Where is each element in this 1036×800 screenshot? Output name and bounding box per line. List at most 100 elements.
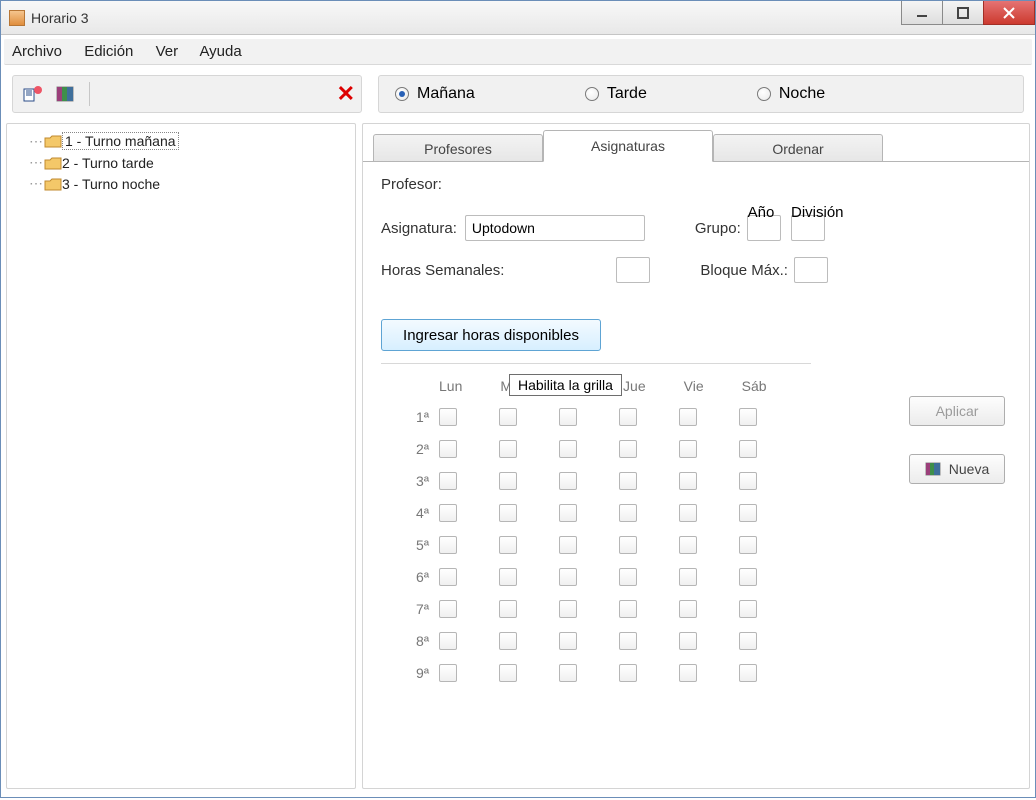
app-icon — [9, 10, 25, 26]
hour-checkbox[interactable] — [739, 664, 757, 682]
hour-checkbox[interactable] — [499, 632, 517, 650]
hour-checkbox[interactable] — [679, 600, 697, 618]
hour-checkbox[interactable] — [619, 440, 637, 458]
tab-asignaturas[interactable]: Asignaturas — [543, 130, 713, 162]
hour-checkbox[interactable] — [439, 536, 457, 554]
hour-checkbox[interactable] — [499, 600, 517, 618]
horas-input[interactable] — [616, 257, 650, 283]
hour-checkbox[interactable] — [499, 536, 517, 554]
maximize-button[interactable] — [942, 1, 984, 25]
menu-ayuda[interactable]: Ayuda — [199, 43, 241, 60]
hour-checkbox[interactable] — [499, 568, 517, 586]
hour-checkbox[interactable] — [679, 664, 697, 682]
tabs: Profesores Asignaturas Ordenar — [363, 124, 1029, 162]
hour-checkbox[interactable] — [499, 472, 517, 490]
hour-checkbox[interactable] — [739, 504, 757, 522]
hour-checkbox[interactable] — [559, 632, 577, 650]
hour-checkbox[interactable] — [619, 568, 637, 586]
hour-checkbox[interactable] — [679, 408, 697, 426]
hour-checkbox[interactable] — [559, 536, 577, 554]
hour-checkbox[interactable] — [619, 472, 637, 490]
day-header: Sáb — [742, 378, 767, 394]
toolbar-icon-2[interactable] — [51, 80, 79, 108]
tree-item-label: 3 - Turno noche — [62, 176, 160, 192]
radio-tarde[interactable]: Tarde — [585, 85, 647, 103]
close-button[interactable] — [983, 1, 1035, 25]
hour-checkbox[interactable] — [499, 440, 517, 458]
ingresar-horas-button[interactable]: Ingresar horas disponibles — [381, 319, 601, 351]
grid-row: 4ª — [381, 504, 1011, 522]
row-label: 6ª — [381, 569, 429, 585]
hour-checkbox[interactable] — [619, 600, 637, 618]
day-header: Lun — [439, 378, 462, 394]
menu-archivo[interactable]: Archivo — [12, 43, 62, 60]
menu-ver[interactable]: Ver — [156, 43, 179, 60]
hour-checkbox[interactable] — [679, 504, 697, 522]
row-label: 7ª — [381, 601, 429, 617]
tree-item-3[interactable]: ⋯ 3 - Turno noche — [11, 173, 351, 194]
grupo-label: Grupo: — [695, 220, 741, 237]
radio-manana[interactable]: Mañana — [395, 85, 475, 103]
hour-checkbox[interactable] — [619, 632, 637, 650]
hour-checkbox[interactable] — [439, 472, 457, 490]
hour-checkbox[interactable] — [499, 408, 517, 426]
hour-checkbox[interactable] — [559, 504, 577, 522]
hour-checkbox[interactable] — [559, 600, 577, 618]
hour-checkbox[interactable] — [619, 504, 637, 522]
hour-checkbox[interactable] — [679, 440, 697, 458]
day-header: Vie — [684, 378, 704, 394]
grid-row: 7ª — [381, 600, 1011, 618]
hour-checkbox[interactable] — [439, 632, 457, 650]
hour-checkbox[interactable] — [499, 664, 517, 682]
window-title: Horario 3 — [31, 10, 902, 26]
hour-checkbox[interactable] — [559, 568, 577, 586]
tab-ordenar[interactable]: Ordenar — [713, 134, 883, 162]
hour-checkbox[interactable] — [439, 568, 457, 586]
hour-checkbox[interactable] — [439, 504, 457, 522]
hour-checkbox[interactable] — [559, 472, 577, 490]
hour-checkbox[interactable] — [619, 408, 637, 426]
hour-checkbox[interactable] — [619, 536, 637, 554]
grid-row: 8ª — [381, 632, 1011, 650]
hour-checkbox[interactable] — [439, 408, 457, 426]
hour-checkbox[interactable] — [739, 440, 757, 458]
hour-checkbox[interactable] — [679, 568, 697, 586]
nueva-button[interactable]: Nueva — [909, 454, 1005, 484]
window-controls — [902, 1, 1035, 34]
hour-checkbox[interactable] — [739, 600, 757, 618]
delete-icon[interactable]: ✕ — [337, 81, 355, 107]
radio-noche[interactable]: Noche — [757, 85, 825, 103]
hour-checkbox[interactable] — [739, 632, 757, 650]
hour-checkbox[interactable] — [439, 440, 457, 458]
hour-checkbox[interactable] — [679, 536, 697, 554]
hour-checkbox[interactable] — [439, 600, 457, 618]
tree-item-1[interactable]: ⋯ 1 - Turno mañana — [11, 130, 351, 152]
row-label: 2ª — [381, 441, 429, 457]
separator — [381, 363, 811, 364]
hour-checkbox[interactable] — [679, 632, 697, 650]
hour-checkbox[interactable] — [619, 664, 637, 682]
grid-row: 5ª — [381, 536, 1011, 554]
minimize-button[interactable] — [901, 1, 943, 25]
hour-checkbox[interactable] — [559, 408, 577, 426]
grid-row: 9ª — [381, 664, 1011, 682]
tab-profesores[interactable]: Profesores — [373, 134, 543, 162]
bloque-input[interactable] — [794, 257, 828, 283]
hour-checkbox[interactable] — [499, 504, 517, 522]
hour-checkbox[interactable] — [559, 440, 577, 458]
hour-checkbox[interactable] — [559, 664, 577, 682]
menu-edicion[interactable]: Edición — [84, 43, 133, 60]
hour-checkbox[interactable] — [739, 568, 757, 586]
aplicar-button[interactable]: Aplicar — [909, 396, 1005, 426]
turno-radio-group: Mañana Tarde Noche — [378, 75, 1024, 113]
hour-checkbox[interactable] — [439, 664, 457, 682]
tree-item-2[interactable]: ⋯ 2 - Turno tarde — [11, 152, 351, 173]
hour-checkbox[interactable] — [739, 536, 757, 554]
row-label: 1ª — [381, 409, 429, 425]
toolbar-row: ✕ Mañana Tarde Noche — [6, 71, 1030, 117]
hour-checkbox[interactable] — [739, 472, 757, 490]
toolbar-icon-1[interactable] — [19, 80, 47, 108]
asignatura-input[interactable] — [465, 215, 645, 241]
hour-checkbox[interactable] — [679, 472, 697, 490]
hour-checkbox[interactable] — [739, 408, 757, 426]
